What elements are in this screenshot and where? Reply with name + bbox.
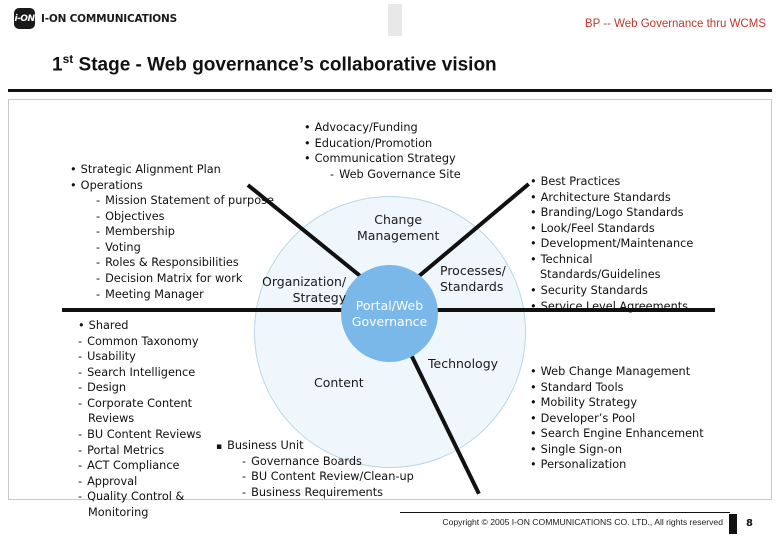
list-item: Development/Maintenance (530, 236, 694, 252)
bullets-standards-block: Best PracticesArchitecture StandardsBran… (530, 174, 693, 314)
header-tab-marker (388, 4, 402, 36)
list-item: Monitoring (88, 505, 149, 519)
bullets-strategy-block: Strategic Alignment PlanOperationsMissio… (70, 162, 274, 302)
list-item: Governance Boards (216, 454, 414, 470)
list-item: Standard Tools (530, 380, 704, 396)
deck-section-label: BP -- Web Governance thru WCMS (584, 18, 766, 30)
list-item: Reviews (88, 412, 135, 426)
list-item: Mobility Strategy (530, 395, 704, 411)
list-item: Mission Statement of purpose (70, 193, 274, 209)
list-item: Usability (78, 349, 201, 365)
list-item: Personalization (530, 457, 704, 473)
brand-logo: i-ON I-ON COMMUNICATIONS (14, 8, 177, 29)
list-item: Meeting Manager (70, 287, 274, 303)
list-item: Strategic Alignment Plan (70, 162, 274, 178)
list-item: Single Sign-on (530, 442, 704, 458)
list-item: Advocacy/Funding (304, 120, 461, 136)
ion-logo-icon: i-ON (14, 8, 35, 29)
list-item: Portal Metrics (78, 443, 201, 459)
brand-name: I-ON COMMUNICATIONS (41, 12, 177, 25)
bullets-business-unit-block: Business UnitGovernance BoardsBU Content… (216, 438, 414, 500)
list-item: BU Content Reviews (78, 427, 201, 443)
list-item: Search Engine Enhancement (530, 426, 704, 442)
list-item: Design (78, 380, 201, 396)
list-item: Technical (530, 252, 693, 268)
list-item: Business Unit (216, 438, 414, 454)
slide-canvas: i-ON I-ON COMMUNICATIONS BP -- Web Gover… (0, 0, 780, 540)
list-item: Architecture Standards (530, 190, 693, 206)
bullets-shared-block: SharedCommon TaxonomyUsabilitySearch Int… (78, 318, 201, 521)
list-item: Standards/Guidelines (540, 268, 661, 282)
page-title-rest: Stage - Web governance’s collaborative v… (73, 54, 497, 76)
list-item: Education/Promotion (304, 136, 461, 152)
page-title-prefix: 1 (52, 54, 63, 76)
list-item: BU Content Review/Clean-up (216, 469, 414, 485)
list-item: Voting (70, 240, 274, 256)
quadrant-label-content: Content (314, 375, 364, 390)
list-item: Developer’s Pool (530, 411, 704, 427)
list-item: Quality Control & (78, 489, 201, 505)
list-item: Shared (78, 318, 201, 334)
inner-circle: Portal/Web Governance (341, 265, 438, 362)
list-item: Membership (70, 224, 274, 240)
list-item: Objectives (70, 209, 274, 225)
page-title-ordinal: st (62, 52, 74, 66)
list-item: Web Governance Site (304, 167, 461, 183)
page-number: 8 (746, 518, 753, 529)
footer-divider (400, 512, 730, 513)
list-item: Decision Matrix for work (70, 271, 274, 287)
quadrant-label-change-management: Change Management (357, 212, 440, 243)
quadrant-label-processes-standards: Processes/ Standards (440, 263, 506, 294)
list-item: Operations (70, 178, 274, 194)
list-item: Communication Strategy (304, 151, 461, 167)
list-item: Approval (78, 474, 201, 490)
list-item: Roles & Responsibilities (70, 255, 274, 271)
page-title: 1st Stage - Web governance’s collaborati… (52, 52, 497, 76)
list-item: Search Intelligence (78, 365, 201, 381)
list-item: Service Level Agreements (530, 299, 693, 315)
list-item: Security Standards (530, 283, 693, 299)
list-item: Business Requirements (216, 485, 414, 501)
list-item: Branding/Logo Standards (530, 205, 693, 221)
list-item: ACT Compliance (78, 458, 201, 474)
quadrant-label-technology: Technology (428, 356, 499, 371)
bullets-advocacy-block: Advocacy/FundingEducation/PromotionCommu… (304, 120, 461, 182)
page-number-bar (729, 514, 737, 534)
list-item: Look/Feel Standards (530, 221, 693, 237)
list-item: Common Taxonomy (78, 334, 201, 350)
list-item: Corporate Content (78, 396, 201, 412)
title-divider (8, 89, 772, 92)
list-item: Best Practices (530, 174, 693, 190)
bullets-technology-block: Web Change ManagementStandard ToolsMobil… (530, 364, 704, 473)
quadrant-label-organization-strategy: Organization/ Strategy (262, 274, 347, 305)
copyright-text: Copyright © 2005 I-ON COMMUNICATIONS CO.… (442, 517, 723, 527)
inner-circle-label: Portal/Web Governance (351, 297, 428, 329)
list-item: Web Change Management (530, 364, 704, 380)
